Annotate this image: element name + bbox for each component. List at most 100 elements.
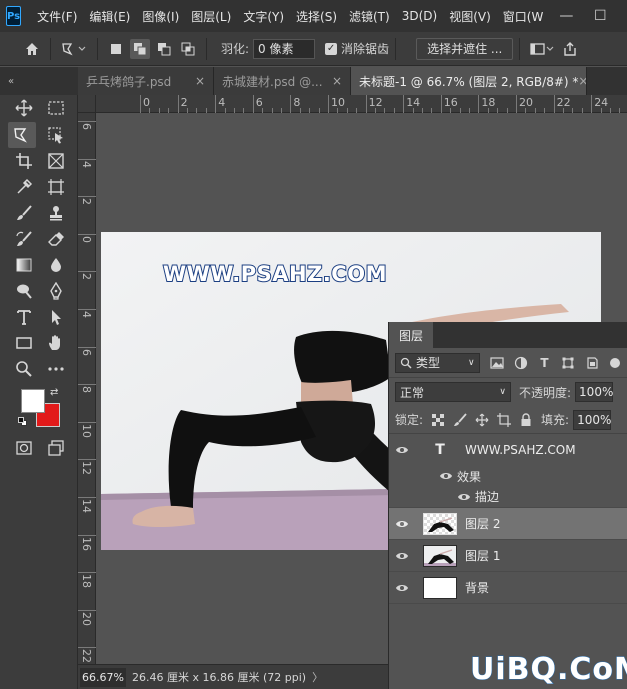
object-selection-tool-icon[interactable] (42, 122, 70, 148)
more-tools-icon[interactable] (42, 356, 70, 382)
hand-tool-icon[interactable] (42, 330, 70, 356)
ruler-tick (478, 95, 480, 113)
tab-document-1[interactable]: 乒乓烤鸽子.psd × (78, 67, 214, 95)
dodge-tool-icon[interactable] (10, 278, 38, 304)
filter-smart-object-icon[interactable] (580, 353, 604, 373)
filter-type-select[interactable]: 类型 ∨ (395, 352, 480, 373)
layer-row-background[interactable]: 背景 (389, 572, 627, 604)
close-button[interactable]: ✕ (617, 0, 627, 32)
layer-name: 图层 2 (465, 517, 501, 531)
tool-preset-picker-icon[interactable] (57, 37, 91, 61)
add-to-selection-icon[interactable] (130, 38, 150, 59)
checkmark-icon: ✓ (325, 42, 338, 55)
subtract-from-selection-icon[interactable] (154, 39, 174, 59)
rectangle-tool-icon[interactable] (10, 330, 38, 356)
tab-label: 未标题-1 @ 66.7% (图层 2, RGB/8#) * (359, 74, 579, 89)
gradient-tool-icon[interactable] (10, 252, 38, 278)
zoom-tool-icon[interactable] (10, 356, 38, 382)
swap-colors-icon[interactable]: ⇄ (50, 387, 58, 398)
eraser-tool-icon[interactable] (42, 226, 70, 252)
tab-document-2[interactable]: 赤城建材.psd @... × (214, 67, 351, 95)
home-icon[interactable] (20, 37, 44, 61)
visibility-eye-icon[interactable] (389, 551, 415, 561)
menu-layer[interactable]: 图层(L) (185, 8, 237, 25)
new-selection-icon[interactable] (106, 39, 126, 59)
vertical-ruler[interactable]: 6 4 2 0 2 4 6 8 10 12 14 16 18 20 22 (78, 113, 96, 664)
filter-shape-icon[interactable] (556, 353, 580, 373)
menu-view[interactable]: 视图(V) (443, 8, 497, 25)
close-icon[interactable]: × (578, 74, 586, 88)
foreground-color-swatch[interactable] (21, 389, 45, 413)
layer-effects-row[interactable]: 效果 (389, 466, 627, 486)
select-and-mask-button[interactable]: 选择并遮住 ... (416, 37, 514, 60)
filter-pixel-icon[interactable] (486, 353, 510, 373)
type-tool-icon[interactable] (10, 304, 38, 330)
visibility-eye-icon[interactable] (389, 583, 415, 593)
stroke-eye-icon[interactable] (457, 492, 471, 502)
menu-edit[interactable]: 编辑(E) (83, 8, 136, 25)
menu-file[interactable]: 文件(F) (31, 8, 83, 25)
workspace-icon[interactable] (526, 37, 558, 61)
lock-label: 锁定: (395, 413, 424, 427)
layer-row-text[interactable]: T WWW.PSAHZ.COM (389, 434, 627, 466)
move-tool-icon[interactable] (10, 95, 38, 121)
filter-toggle-icon[interactable] (603, 353, 627, 373)
layer-row-2[interactable]: 图层 2 (389, 508, 627, 540)
menu-3d[interactable]: 3D(D) (396, 9, 443, 23)
close-icon[interactable]: × (332, 74, 342, 88)
visibility-eye-icon[interactable] (389, 519, 415, 529)
fill-input[interactable]: 100% (573, 409, 611, 430)
marquee-tool-icon[interactable] (42, 95, 70, 121)
menu-window[interactable]: 窗口(W (497, 8, 550, 25)
eyedropper-tool-icon[interactable] (10, 174, 38, 200)
tab-document-3[interactable]: 未标题-1 @ 66.7% (图层 2, RGB/8#) * × (351, 67, 587, 95)
ruler-origin[interactable] (78, 95, 96, 113)
lock-transparent-icon[interactable] (427, 410, 449, 430)
zoom-level-field[interactable]: 66.67% (80, 667, 126, 687)
menu-filter[interactable]: 滤镜(T) (343, 8, 396, 25)
collapse-panels-icon[interactable]: « (0, 67, 78, 95)
frame-tool-icon[interactable] (42, 148, 70, 174)
pen-tool-icon[interactable] (42, 278, 70, 304)
maximize-button[interactable]: ☐ (583, 0, 617, 32)
stroke-effect-row[interactable]: 描边 (389, 486, 627, 508)
brush-tool-icon[interactable] (10, 200, 38, 226)
ruler-tick (365, 95, 367, 113)
path-selection-tool-icon[interactable] (42, 304, 70, 330)
minimize-button[interactable]: — (549, 0, 583, 32)
frame-3d-tool-icon[interactable] (42, 174, 70, 200)
blur-tool-icon[interactable] (42, 252, 70, 278)
quick-mask-icon[interactable] (10, 435, 38, 461)
menu-bar: Ps 文件(F) 编辑(E) 图像(I) 图层(L) 文字(Y) 选择(S) 滤… (0, 0, 627, 32)
intersect-selection-icon[interactable] (178, 39, 198, 59)
lock-all-icon[interactable] (515, 410, 537, 430)
opacity-input[interactable]: 100% (575, 382, 613, 402)
feather-input[interactable]: 0 像素 (253, 38, 316, 59)
horizontal-ruler[interactable]: 02468101214161820222426 (96, 95, 627, 113)
visibility-eye-icon[interactable] (389, 445, 415, 455)
effects-eye-icon[interactable] (439, 471, 453, 481)
close-icon[interactable]: × (195, 74, 205, 88)
divider (97, 37, 98, 60)
status-menu-arrow[interactable]: 〉 (312, 669, 323, 685)
screen-mode-icon[interactable] (42, 435, 70, 461)
divider (206, 37, 207, 60)
blend-mode-select[interactable]: 正常 ∨ (395, 382, 511, 402)
tab-layers[interactable]: 图层 (389, 322, 434, 348)
lock-position-icon[interactable] (471, 410, 493, 430)
layer-row-1[interactable]: 图层 1 (389, 540, 627, 572)
default-colors-icon[interactable] (18, 417, 28, 427)
antialias-checkbox[interactable]: ✓ 消除锯齿 (325, 40, 389, 57)
crop-tool-icon[interactable] (10, 148, 38, 174)
lock-pixels-icon[interactable] (449, 410, 471, 430)
menu-image[interactable]: 图像(I) (136, 8, 185, 25)
menu-select[interactable]: 选择(S) (290, 8, 343, 25)
filter-type-text-icon[interactable]: T (533, 353, 557, 373)
share-icon[interactable] (558, 37, 582, 61)
lock-artboard-icon[interactable] (493, 410, 515, 430)
filter-adjustment-icon[interactable] (509, 353, 533, 373)
history-brush-tool-icon[interactable] (10, 226, 38, 252)
stamp-tool-icon[interactable] (42, 200, 70, 226)
menu-type[interactable]: 文字(Y) (237, 8, 290, 25)
lasso-tool-icon[interactable] (8, 122, 36, 148)
